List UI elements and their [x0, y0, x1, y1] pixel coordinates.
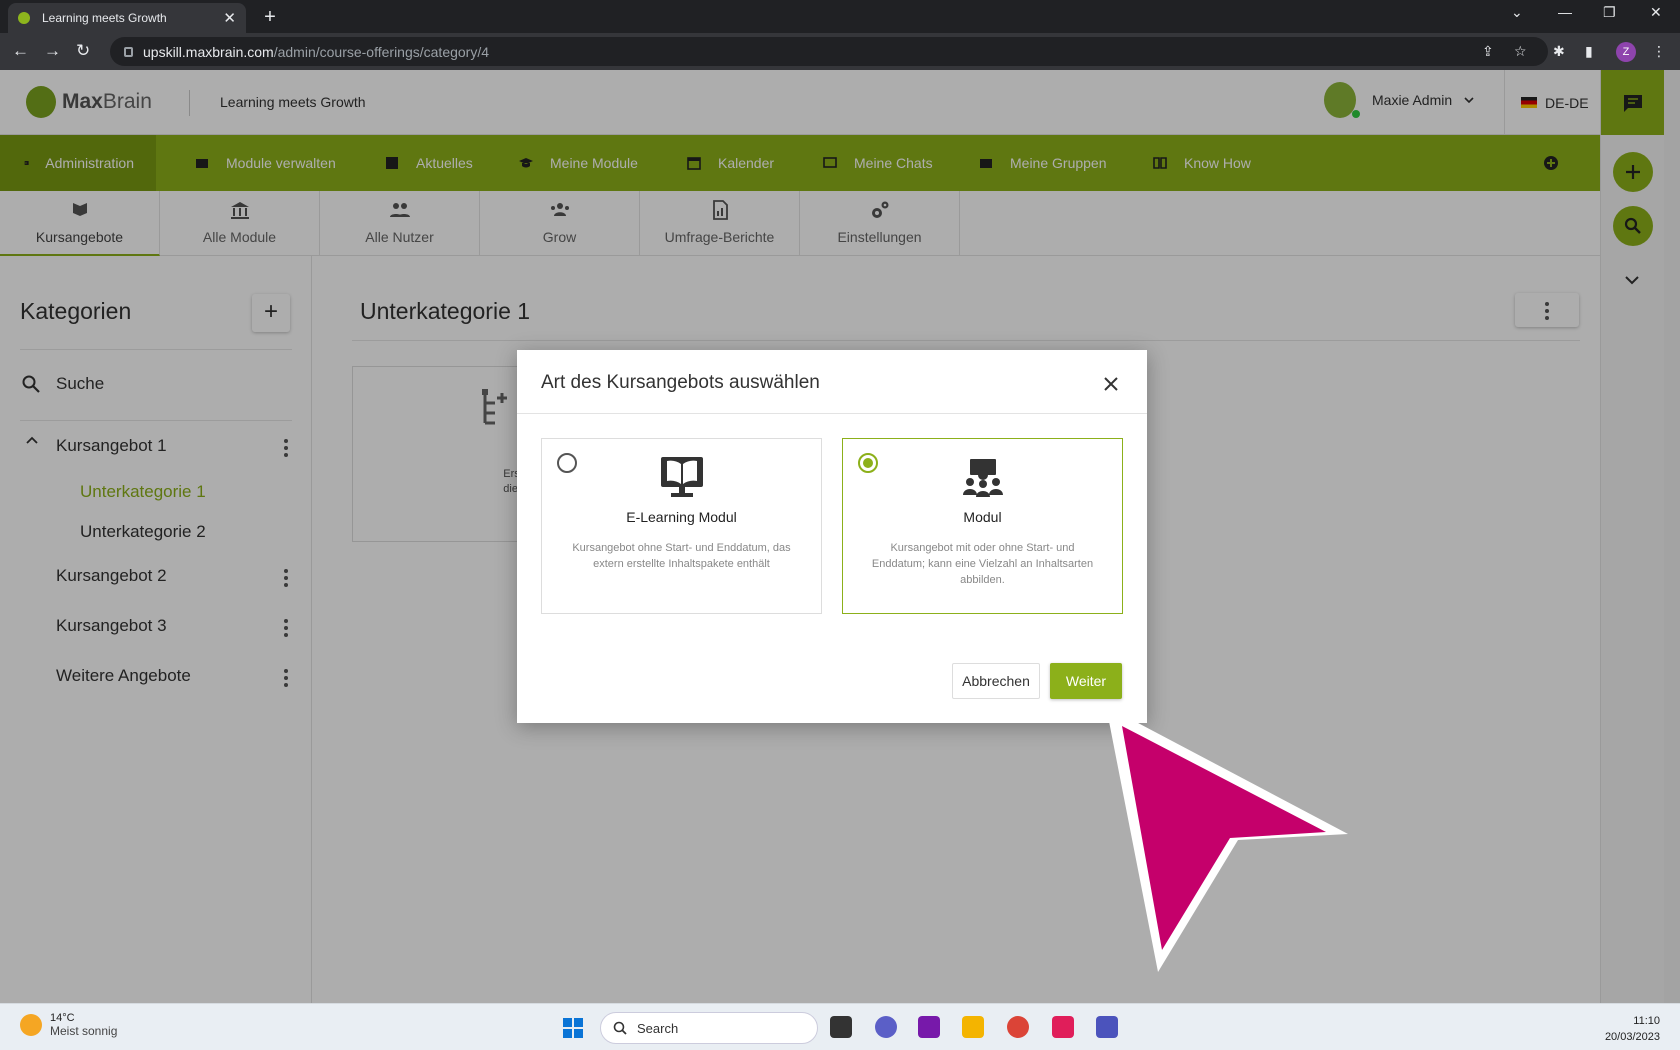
weather-widget[interactable]: 14°C Meist sonnig — [20, 1012, 117, 1038]
weather-condition: Meist sonnig — [50, 1024, 118, 1038]
e-learning-book-monitor-icon — [661, 457, 703, 497]
system-clock[interactable]: 11:10 20/03/2023 — [1590, 1013, 1660, 1045]
slack-icon[interactable] — [1052, 1016, 1074, 1038]
task-view-icon[interactable] — [830, 1016, 852, 1038]
cursor-pointer-overlay — [1106, 706, 1348, 972]
favicon-icon — [18, 12, 30, 24]
chrome-icon[interactable] — [1007, 1016, 1029, 1038]
windows-taskbar: 14°C Meist sonnig Search 11:10 20/03/202… — [0, 1003, 1680, 1050]
address-bar[interactable]: upskill.maxbrain.com /admin/course-offer… — [110, 37, 1548, 66]
share-icon[interactable]: ⇪ — [1482, 43, 1494, 60]
option-e-learning-modul[interactable]: E-Learning Modul Kursangebot ohne Start-… — [541, 438, 822, 614]
classroom-group-icon — [963, 459, 1003, 497]
close-window-button[interactable]: ✕ — [1650, 4, 1662, 21]
cancel-button[interactable]: Abbrechen — [952, 663, 1040, 699]
close-tab-icon[interactable]: ✕ — [223, 9, 236, 27]
profile-avatar[interactable]: Z — [1616, 42, 1636, 62]
tab-title: Learning meets Growth — [42, 11, 167, 25]
browser-tab[interactable]: Learning meets Growth ✕ — [8, 3, 246, 33]
forward-icon[interactable]: → — [44, 42, 61, 60]
back-icon[interactable]: ← — [12, 42, 29, 60]
chrome-menu-icon[interactable]: ⋮ — [1652, 43, 1666, 60]
option-description: Kursangebot ohne Start- und Enddatum, da… — [572, 542, 791, 570]
minimize-button[interactable]: — — [1558, 4, 1572, 20]
option-title: E-Learning Modul — [626, 509, 737, 525]
onenote-icon[interactable] — [918, 1016, 940, 1038]
url-path: /admin/course-offerings/category/4 — [273, 43, 490, 60]
teams-icon[interactable] — [1096, 1016, 1118, 1038]
close-icon[interactable] — [1101, 374, 1121, 394]
side-panel-icon[interactable]: ▮ — [1585, 43, 1593, 60]
weather-temperature: 14°C — [50, 1012, 75, 1024]
option-modul[interactable]: Modul Kursangebot mit oder ohne Start- u… — [842, 438, 1123, 614]
teams-chat-icon[interactable] — [875, 1016, 897, 1038]
course-type-dialog: Art des Kursangebots auswählen E-Learnin… — [517, 350, 1147, 723]
search-icon — [613, 1021, 627, 1035]
restore-button[interactable]: ❐ — [1603, 4, 1616, 21]
option-title: Modul — [963, 509, 1002, 525]
clock-time: 11:10 — [1633, 1015, 1660, 1027]
reload-icon[interactable]: ↻ — [76, 42, 90, 60]
option-description: Kursangebot mit oder ohne Start- und End… — [871, 542, 1094, 586]
lock-icon — [124, 46, 133, 57]
tab-search-icon[interactable]: ⌄ — [1511, 4, 1523, 21]
dialog-title: Art des Kursangebots auswählen — [541, 372, 820, 393]
radio-modul[interactable] — [858, 453, 878, 473]
browser-tab-strip: Learning meets Growth ✕ + ⌄ — ❐ ✕ — [0, 0, 1680, 33]
clock-date: 20/03/2023 — [1604, 1031, 1660, 1043]
next-button[interactable]: Weiter — [1050, 663, 1122, 699]
taskbar-search-label: Search — [637, 1020, 679, 1036]
new-tab-button[interactable]: + — [258, 6, 282, 28]
radio-e-learning-modul[interactable] — [557, 453, 577, 473]
file-explorer-icon[interactable] — [962, 1016, 984, 1038]
extensions-icon[interactable]: ✱ — [1553, 43, 1565, 60]
sun-cloud-icon — [20, 1014, 42, 1036]
url-host: upskill.maxbrain.com — [143, 43, 274, 60]
browser-toolbar: ← → ↻ upskill.maxbrain.com /admin/course… — [0, 33, 1680, 70]
windows-start-icon[interactable] — [562, 1017, 584, 1039]
dialog-divider — [517, 413, 1147, 414]
taskbar-search[interactable]: Search — [600, 1012, 818, 1044]
bookmark-star-icon[interactable]: ☆ — [1514, 43, 1527, 60]
